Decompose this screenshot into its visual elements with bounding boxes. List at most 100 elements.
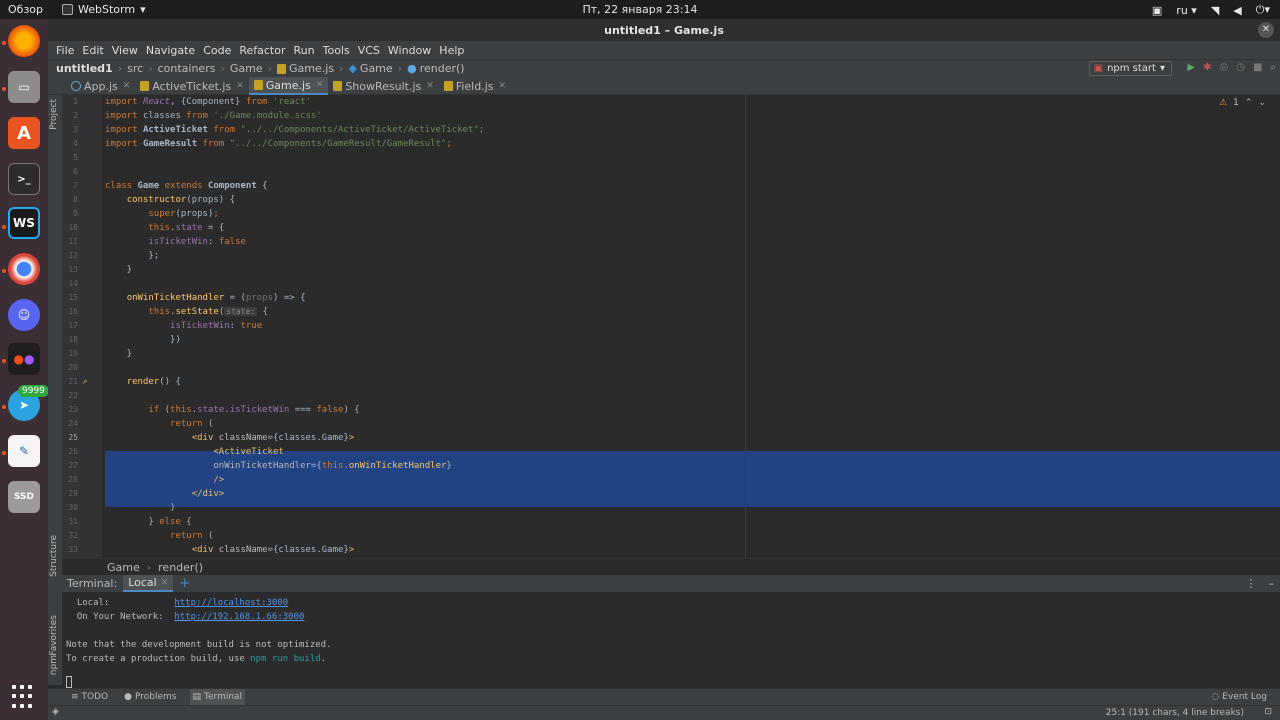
keyboard-layout[interactable]: ru ▾ — [1176, 4, 1197, 17]
chevron-down-icon: ▾ — [1159, 63, 1165, 74]
code-editor[interactable]: 1 2 3 4 5 6 7 8 9 10 11 12 13 14 15 16 1… — [62, 95, 1280, 558]
lock-icon[interactable]: ⊡ — [1264, 707, 1272, 717]
tab-app-js[interactable]: App.js ✕ — [66, 77, 135, 95]
new-terminal-button[interactable]: + — [179, 576, 190, 591]
npm-tool-button[interactable]: npm — [49, 655, 59, 675]
tab-field-js[interactable]: Field.js ✕ — [439, 77, 511, 95]
breadcrumb-game-folder[interactable]: Game — [230, 62, 263, 75]
show-applications-icon[interactable] — [12, 685, 36, 709]
power-icon[interactable]: ⏻▾ — [1256, 3, 1270, 17]
code-crumb-render[interactable]: render() — [158, 561, 203, 574]
discord-icon[interactable]: ☺ — [8, 299, 40, 331]
wifi-icon[interactable]: ◥ — [1211, 4, 1219, 17]
caret-position[interactable]: 25:1 (191 chars, 4 line breaks) — [1106, 708, 1244, 718]
menu-file[interactable]: File — [52, 44, 78, 57]
project-tool-button[interactable]: Project — [49, 99, 59, 130]
terminal-app-icon[interactable]: >_ — [8, 163, 40, 195]
coverage-icon[interactable]: ◎ — [1219, 62, 1228, 73]
todo-tool-button[interactable]: ≡ TODO — [68, 689, 111, 705]
breadcrumb-src[interactable]: src — [127, 62, 143, 75]
terminal-title: Terminal: — [67, 577, 118, 590]
stop-icon[interactable]: ■ — [1253, 62, 1262, 73]
tab-activeticket-js[interactable]: ActiveTicket.js ✕ — [135, 77, 248, 95]
chevron-up-icon[interactable]: ⌃ — [1245, 98, 1253, 108]
figma-icon[interactable]: ● ● — [8, 343, 40, 375]
menu-view[interactable]: View — [108, 44, 142, 57]
tab-label: ShowResult.js — [345, 79, 422, 93]
line-gutter[interactable]: 1 2 3 4 5 6 7 8 9 10 11 12 13 14 15 16 1… — [62, 95, 102, 558]
code-line-9: super(props); — [105, 207, 218, 221]
breadcrumb-render[interactable]: ● render() — [407, 62, 465, 75]
run-icon[interactable]: ▶ — [1187, 62, 1195, 73]
tab-game-js[interactable]: Game.js ✕ — [248, 77, 329, 95]
token: this — [148, 223, 171, 233]
tool-window-bar: ≡ TODO ● Problems ▤ Terminal ◌ Event Log — [48, 688, 1280, 705]
localhost-link[interactable]: http://localhost:3000 — [174, 598, 288, 608]
structure-tool-button[interactable]: Structure — [49, 535, 59, 577]
breadcrumb-game-class[interactable]: ◆ Game — [348, 62, 392, 75]
close-tab-icon[interactable]: ✕ — [426, 81, 434, 91]
chrome-icon[interactable] — [8, 253, 40, 285]
breadcrumb-game-file[interactable]: Game.js — [277, 62, 334, 75]
clock[interactable]: Пт, 22 января 23:14 — [583, 3, 698, 16]
network-link[interactable]: http://192.168.1.66:3000 — [174, 612, 304, 622]
breadcrumb-containers[interactable]: containers — [158, 62, 216, 75]
search-everywhere-icon[interactable]: ⌕ — [1270, 62, 1276, 73]
webstorm-icon[interactable]: WS — [8, 207, 40, 239]
files-icon[interactable]: ▭ — [8, 71, 40, 103]
tab-showresult-js[interactable]: ShowResult.js ✕ — [328, 77, 439, 95]
screen-share-icon[interactable]: ▣ — [1152, 4, 1162, 17]
token: }) — [105, 335, 181, 345]
app-menu[interactable]: WebStorm ▾ — [62, 3, 146, 16]
close-tab-icon[interactable]: ✕ — [499, 81, 507, 91]
event-log-button[interactable]: ◌ Event Log — [1208, 689, 1270, 705]
code-line-12: }; — [105, 249, 159, 263]
menu-vcs[interactable]: VCS — [354, 44, 384, 57]
close-icon[interactable]: ✕ — [1258, 22, 1274, 38]
breadcrumb-project[interactable]: untitled1 — [56, 62, 113, 75]
menu-code[interactable]: Code — [199, 44, 235, 57]
layers-icon[interactable]: ◈ — [52, 707, 59, 717]
terminal-output[interactable]: Local: http://localhost:3000 On Your Net… — [62, 592, 1280, 695]
minimize-icon[interactable]: – — [1269, 577, 1275, 590]
menu-run[interactable]: Run — [290, 44, 319, 57]
line-number: 13 — [68, 265, 78, 274]
profile-icon[interactable]: ◷ — [1236, 62, 1245, 73]
override-marker-icon[interactable]: ↗ — [82, 377, 87, 387]
code-line-8: constructor(props) { — [105, 193, 235, 207]
inspection-widget[interactable]: ⚠ 1 ⌃ ⌄ — [1219, 98, 1266, 108]
terminal-tab-local[interactable]: Local ✕ — [123, 575, 174, 592]
menu-navigate[interactable]: Navigate — [142, 44, 199, 57]
menu-edit[interactable]: Edit — [78, 44, 107, 57]
favorites-tool-button[interactable]: Favorites — [49, 615, 59, 656]
ssd-drive-icon[interactable]: SSD — [8, 481, 40, 513]
system-tray[interactable]: ▣ ru ▾ ◥ ◀ ⏻▾ — [1152, 3, 1270, 17]
chevron-down-icon[interactable]: ⌄ — [1258, 98, 1266, 108]
close-tab-icon[interactable]: ✕ — [161, 578, 169, 588]
menu-refactor[interactable]: Refactor — [235, 44, 289, 57]
software-center-icon[interactable]: A — [8, 117, 40, 149]
more-options-icon[interactable]: ⋮ — [1246, 577, 1257, 590]
close-tab-icon[interactable]: ✕ — [236, 81, 244, 91]
activities-button[interactable]: Обзор — [8, 3, 43, 16]
terminal-tool-button[interactable]: ▤ Terminal — [189, 689, 246, 705]
code-line-15: onWinTicketHandler = (props) => { — [105, 291, 306, 305]
token: ; — [478, 125, 485, 135]
code-line-10: this.state = { — [105, 221, 224, 235]
menu-tools[interactable]: Tools — [319, 44, 354, 57]
problems-tool-button[interactable]: ● Problems — [121, 689, 179, 705]
close-tab-icon[interactable]: ✕ — [316, 80, 324, 90]
text-editor-icon[interactable]: ✎ — [8, 435, 40, 467]
volume-icon[interactable]: ◀ — [1233, 4, 1241, 17]
close-tab-icon[interactable]: ✕ — [123, 81, 131, 91]
running-indicator — [2, 225, 6, 229]
problems-label: Problems — [135, 692, 177, 702]
code-crumb-game[interactable]: Game — [107, 561, 140, 574]
menu-help[interactable]: Help — [435, 44, 468, 57]
firefox-icon[interactable] — [8, 25, 40, 57]
menu-window[interactable]: Window — [384, 44, 435, 57]
debug-icon[interactable]: ✱ — [1203, 62, 1211, 73]
run-config-select[interactable]: ▣ npm start ▾ — [1088, 61, 1172, 76]
